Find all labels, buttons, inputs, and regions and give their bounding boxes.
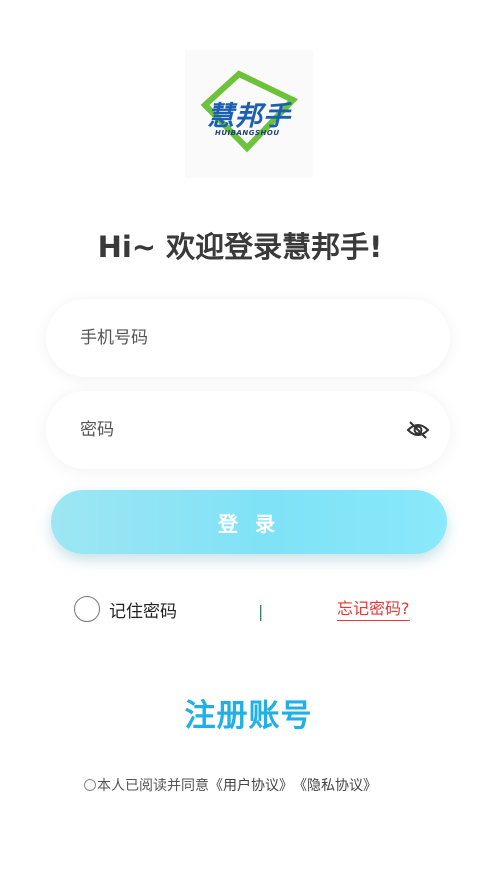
remember-password-toggle[interactable]: 记住密码 bbox=[74, 594, 177, 624]
remember-label: 记住密码 bbox=[109, 601, 177, 622]
app-logo: 慧邦手 HUIBANGSHOU bbox=[185, 50, 313, 178]
password-field bbox=[46, 391, 450, 469]
eye-slash-icon[interactable] bbox=[406, 419, 430, 441]
forgot-password-link[interactable]: 忘记密码? bbox=[337, 598, 410, 621]
user-agreement-link[interactable]: 《用户协议》 bbox=[209, 775, 293, 795]
logo-subtext: HUIBANGSHOU bbox=[215, 129, 280, 137]
phone-input[interactable] bbox=[80, 299, 380, 377]
logo-text: 慧邦手 bbox=[207, 101, 291, 132]
login-button[interactable]: 登 录 bbox=[51, 490, 447, 554]
welcome-heading: Hi~ 欢迎登录慧邦手! bbox=[97, 230, 383, 264]
register-link[interactable]: 注册账号 bbox=[0, 690, 497, 735]
link-divider: | bbox=[258, 602, 264, 621]
agreement-radio[interactable] bbox=[84, 779, 96, 791]
agreement-text: 本人已阅读并同意 bbox=[97, 778, 209, 794]
agreement-row: 本人已阅读并同意 《用户协议》 《隐私协议》 bbox=[84, 775, 377, 795]
password-input[interactable] bbox=[80, 391, 380, 469]
phone-field bbox=[46, 299, 450, 377]
remember-radio[interactable] bbox=[74, 596, 100, 622]
privacy-agreement-link[interactable]: 《隐私协议》 bbox=[293, 775, 377, 795]
